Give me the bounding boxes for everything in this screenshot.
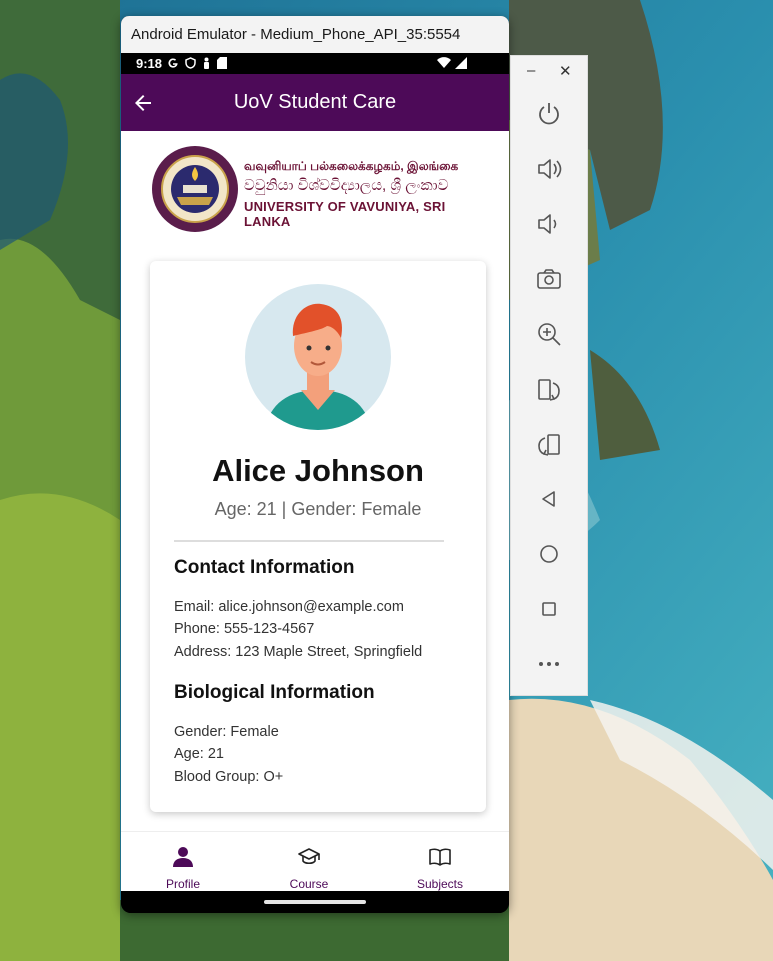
logo-english-text: UNIVERSITY OF VAVUNIYA, SRI LANKA — [244, 199, 446, 229]
nav-subjects-label: Subjects — [416, 877, 464, 891]
nav-profile-label: Profile — [165, 877, 200, 891]
overview-button[interactable] — [535, 595, 563, 623]
power-button[interactable] — [535, 100, 563, 128]
more-dots-icon — [539, 662, 559, 666]
nav-course[interactable]: Course — [259, 832, 359, 892]
avatar — [245, 284, 391, 430]
emulator-title: Android Emulator - Medium_Phone_API_35:5… — [121, 16, 509, 53]
graduation-cap-icon — [298, 848, 320, 865]
back-button[interactable] — [535, 485, 563, 513]
status-icons — [167, 57, 227, 69]
rotate-left-icon — [538, 379, 560, 401]
person-icon — [204, 57, 209, 69]
student-summary: Age: 21 | Gender: Female — [214, 499, 422, 519]
emulator-toolbar: – ✕ — [510, 55, 588, 696]
status-bar: 9:18 — [121, 53, 509, 74]
bio-blood-group: Blood Group: O+ — [174, 769, 284, 785]
home-gesture-pill[interactable] — [264, 900, 366, 904]
gesture-bar — [121, 891, 509, 913]
logo-text: வவுனியாப் பல்கலைக்கழகம், இலங்கை වවුනියා … — [244, 159, 481, 229]
logo-sinhala-text: වවුනියා විශ්වවිද්‍යාලය, ශ්‍රී ලංකාව — [244, 177, 449, 194]
volume-down-button[interactable] — [535, 210, 563, 238]
biological-section-title: Biological Information — [174, 682, 375, 703]
volume-down-icon — [538, 214, 557, 234]
student-name: Alice Johnson — [212, 453, 424, 488]
profile-card: Alice Johnson Age: 21 | Gender: Female C… — [150, 261, 486, 812]
sd-card-icon — [217, 57, 227, 69]
rotate-right-button[interactable] — [535, 430, 563, 458]
bottom-navigation: Profile Course Subjects — [121, 831, 509, 892]
app-title: UoV Student Care — [233, 91, 397, 113]
nav-course-label: Course — [289, 877, 329, 891]
rotate-right-icon — [538, 434, 560, 456]
minimize-icon[interactable]: – — [527, 62, 535, 79]
book-icon — [429, 848, 451, 866]
contact-phone: Phone: 555-123-4567 — [174, 621, 315, 637]
app-screen: வவுனியாப் பல்கலைக்கழகம், இலங்கை වවුනියා … — [121, 131, 509, 892]
university-logo: வவுனியாப் பல்கலைக்கழகம், இலங்கை වවුනියා … — [151, 145, 481, 233]
power-icon — [539, 103, 559, 125]
university-seal-icon — [152, 146, 238, 232]
camera-button[interactable] — [535, 265, 563, 293]
divider — [174, 540, 444, 542]
signal-icon — [455, 57, 467, 69]
contact-address: Address: 123 Maple Street, Springfield — [174, 644, 423, 660]
google-g-icon — [168, 58, 178, 68]
status-time: 9:18 — [136, 56, 163, 71]
shield-icon — [185, 57, 196, 69]
rotate-left-button[interactable] — [535, 375, 563, 403]
more-button[interactable] — [535, 650, 563, 678]
contact-section-title: Contact Information — [174, 557, 355, 578]
wifi-icon — [437, 57, 451, 68]
close-icon[interactable]: ✕ — [559, 62, 572, 80]
nav-profile[interactable]: Profile — [133, 832, 233, 892]
overview-square-icon — [542, 602, 556, 616]
bio-age: Age: 21 — [174, 746, 224, 762]
bio-gender: Gender: Female — [174, 724, 279, 740]
app-bar: UoV Student Care — [121, 74, 509, 131]
zoom-button[interactable] — [535, 320, 563, 348]
status-right-icons — [437, 57, 467, 69]
camera-icon — [537, 269, 561, 289]
home-circle-icon — [540, 545, 558, 563]
nav-subjects[interactable]: Subjects — [390, 832, 490, 892]
person-icon — [173, 847, 193, 867]
logo-tamil-text: வவுனியாப் பல்கலைக்கழகம், இலங்கை — [244, 159, 459, 173]
contact-email: Email: alice.johnson@example.com — [174, 599, 404, 615]
home-button[interactable] — [535, 540, 563, 568]
back-triangle-icon — [542, 491, 555, 507]
emulator-window: Android Emulator - Medium_Phone_API_35:5… — [121, 16, 509, 913]
volume-up-button[interactable] — [535, 155, 563, 183]
volume-up-icon — [538, 159, 562, 179]
zoom-in-icon — [538, 323, 561, 346]
